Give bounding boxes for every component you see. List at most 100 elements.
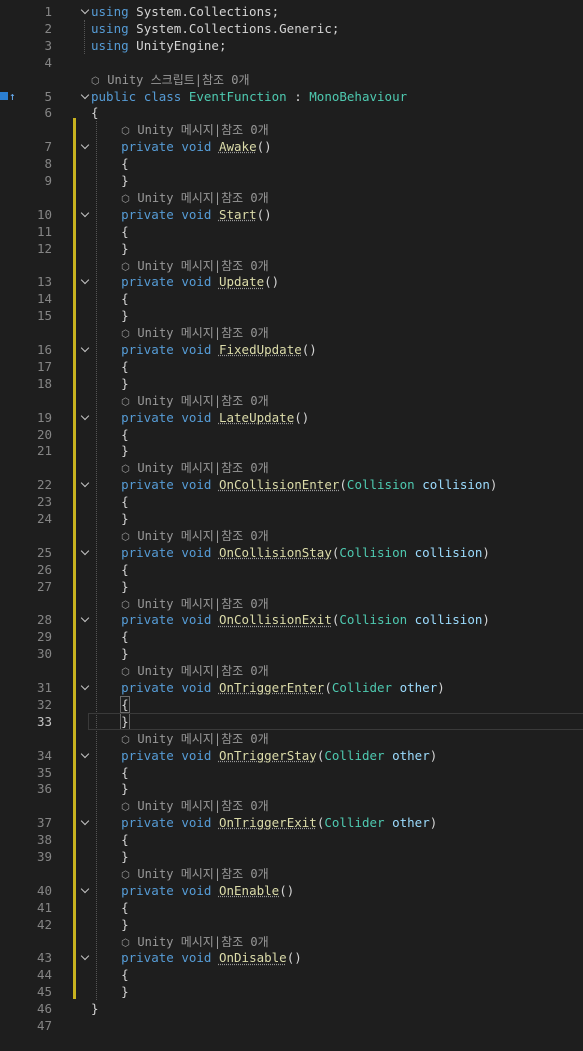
method-name[interactable]: Awake — [219, 139, 257, 154]
code-line[interactable]: 47 — [0, 1017, 583, 1034]
code-line[interactable]: 12 } — [0, 240, 583, 257]
codelens-reference[interactable]: Unity 메시지|참조 0개 — [137, 867, 268, 881]
code-line[interactable]: 41 { — [0, 899, 583, 916]
code-line[interactable]: ⬡ Unity 메시지|참조 0개 — [0, 527, 583, 544]
chevron-down-icon[interactable] — [80, 544, 90, 561]
code-line[interactable]: ⬡ Unity 스크립트|참조 0개 — [0, 71, 583, 88]
code-line[interactable]: 4 — [0, 54, 583, 71]
chevron-down-icon[interactable] — [80, 88, 90, 105]
code-line[interactable]: 35 { — [0, 764, 583, 781]
code-line[interactable]: 15 } — [0, 307, 583, 324]
code-line[interactable]: 8 { — [0, 155, 583, 172]
codelens-reference[interactable]: Unity 메시지|참조 0개 — [137, 326, 268, 340]
method-name[interactable]: OnCollisionEnter — [219, 477, 339, 492]
codelens-reference[interactable]: Unity 메시지|참조 0개 — [137, 597, 268, 611]
chevron-down-icon[interactable] — [80, 814, 90, 831]
codelens-reference[interactable]: Unity 메시지|참조 0개 — [137, 664, 268, 678]
code-line[interactable]: 17 { — [0, 358, 583, 375]
chevron-down-icon[interactable] — [80, 3, 90, 20]
code-line[interactable]: 11 { — [0, 223, 583, 240]
method-name[interactable]: FixedUpdate — [219, 342, 302, 357]
code-line[interactable]: 39 } — [0, 848, 583, 865]
code-line[interactable]: 36 } — [0, 780, 583, 797]
method-name[interactable]: OnCollisionExit — [219, 612, 332, 627]
code-line[interactable]: 31 private void OnTriggerEnter(Collider … — [0, 679, 583, 696]
code-line[interactable]: ⬡ Unity 메시지|참조 0개 — [0, 324, 583, 341]
code-line[interactable]: ⬡ Unity 메시지|참조 0개 — [0, 595, 583, 612]
chevron-down-icon[interactable] — [80, 476, 90, 493]
code-line[interactable]: 21 } — [0, 442, 583, 459]
codelens-reference[interactable]: Unity 메시지|참조 0개 — [137, 732, 268, 746]
chevron-down-icon[interactable] — [80, 611, 90, 628]
code-line[interactable]: 42 } — [0, 916, 583, 933]
code-line[interactable]: ⬡ Unity 메시지|참조 0개 — [0, 257, 583, 274]
code-line[interactable]: 44 { — [0, 966, 583, 983]
codelens-reference[interactable]: Unity 메시지|참조 0개 — [137, 935, 268, 949]
chevron-down-icon[interactable] — [80, 138, 90, 155]
code-line[interactable]: 19 private void LateUpdate() — [0, 409, 583, 426]
code-line[interactable]: 13 private void Update() — [0, 273, 583, 290]
code-line[interactable]: 1 using System.Collections; — [0, 3, 583, 20]
code-line[interactable]: 5 public class EventFunction : MonoBehavi… — [0, 88, 583, 105]
chevron-down-icon[interactable] — [80, 949, 90, 966]
code-line[interactable]: ⬡ Unity 메시지|참조 0개 — [0, 730, 583, 747]
code-line[interactable]: ⬡ Unity 메시지|참조 0개 — [0, 865, 583, 882]
codelens-reference[interactable]: Unity 메시지|참조 0개 — [137, 529, 268, 543]
code-line[interactable]: 23 { — [0, 493, 583, 510]
code-line[interactable]: ⬡ Unity 메시지|참조 0개 — [0, 189, 583, 206]
method-name[interactable]: OnTriggerEnter — [219, 680, 324, 695]
chevron-down-icon[interactable] — [80, 409, 90, 426]
code-line[interactable]: 14 { — [0, 290, 583, 307]
method-name[interactable]: Start — [219, 207, 257, 222]
codelens-reference[interactable]: Unity 메시지|참조 0개 — [137, 799, 268, 813]
code-line[interactable]: 27 } — [0, 578, 583, 595]
code-line[interactable]: ⬡ Unity 메시지|참조 0개 — [0, 459, 583, 476]
method-name[interactable]: OnTriggerStay — [219, 748, 317, 763]
chevron-down-icon[interactable] — [80, 882, 90, 899]
code-line[interactable]: 22 private void OnCollisionEnter(Collisi… — [0, 476, 583, 493]
chevron-down-icon[interactable] — [80, 679, 90, 696]
code-line[interactable]: 43 private void OnDisable() — [0, 949, 583, 966]
chevron-down-icon[interactable] — [80, 341, 90, 358]
code-line[interactable]: 20 { — [0, 426, 583, 443]
chevron-down-icon[interactable] — [80, 747, 90, 764]
chevron-down-icon[interactable] — [80, 206, 90, 223]
method-name[interactable]: OnTriggerExit — [219, 815, 317, 830]
codelens-reference[interactable]: Unity 스크립트|참조 0개 — [107, 73, 249, 87]
code-line[interactable]: 25 private void OnCollisionStay(Collisio… — [0, 544, 583, 561]
method-name[interactable]: OnCollisionStay — [219, 545, 332, 560]
code-line[interactable]: ⬡ Unity 메시지|참조 0개 — [0, 121, 583, 138]
code-line[interactable]: 40 private void OnEnable() — [0, 882, 583, 899]
codelens-reference[interactable]: Unity 메시지|참조 0개 — [137, 123, 268, 137]
code-line[interactable]: 2 using System.Collections.Generic; — [0, 20, 583, 37]
code-line[interactable]: 16 private void FixedUpdate() — [0, 341, 583, 358]
code-line[interactable]: 18 } — [0, 375, 583, 392]
codelens-reference[interactable]: Unity 메시지|참조 0개 — [137, 394, 268, 408]
code-line[interactable]: ⬡ Unity 메시지|참조 0개 — [0, 797, 583, 814]
code-line[interactable]: 34 private void OnTriggerStay(Collider o… — [0, 747, 583, 764]
code-line[interactable]: 26 { — [0, 561, 583, 578]
code-line[interactable]: 45 } — [0, 983, 583, 1000]
code-line[interactable]: 10 private void Start() — [0, 206, 583, 223]
code-line[interactable]: 29 { — [0, 628, 583, 645]
code-line[interactable]: 7 private void Awake() — [0, 138, 583, 155]
code-line[interactable]: 37 private void OnTriggerExit(Collider o… — [0, 814, 583, 831]
code-line[interactable]: 46} — [0, 1000, 583, 1017]
code-line[interactable]: 28 private void OnCollisionExit(Collisio… — [0, 611, 583, 628]
method-name[interactable]: OnDisable — [219, 950, 287, 965]
codelens-reference[interactable]: Unity 메시지|참조 0개 — [137, 191, 268, 205]
code-line[interactable]: 32 { — [0, 695, 583, 713]
code-line[interactable]: ⬡ Unity 메시지|참조 0개 — [0, 392, 583, 409]
code-editor[interactable]: ↑ 1 using System.Collections; 2 using Syste… — [0, 0, 583, 1033]
code-line[interactable]: ⬡ Unity 메시지|참조 0개 — [0, 662, 583, 679]
method-name[interactable]: OnEnable — [219, 883, 279, 898]
code-line[interactable]: 38 { — [0, 831, 583, 848]
code-line[interactable]: ⬡ Unity 메시지|참조 0개 — [0, 933, 583, 950]
codelens-reference[interactable]: Unity 메시지|참조 0개 — [137, 259, 268, 273]
code-line[interactable]: 24 } — [0, 510, 583, 527]
code-line[interactable] — [0, 1034, 583, 1051]
method-name[interactable]: LateUpdate — [219, 410, 294, 425]
code-line[interactable]: 9 } — [0, 172, 583, 189]
method-name[interactable]: Update — [219, 274, 264, 289]
chevron-down-icon[interactable] — [80, 273, 90, 290]
